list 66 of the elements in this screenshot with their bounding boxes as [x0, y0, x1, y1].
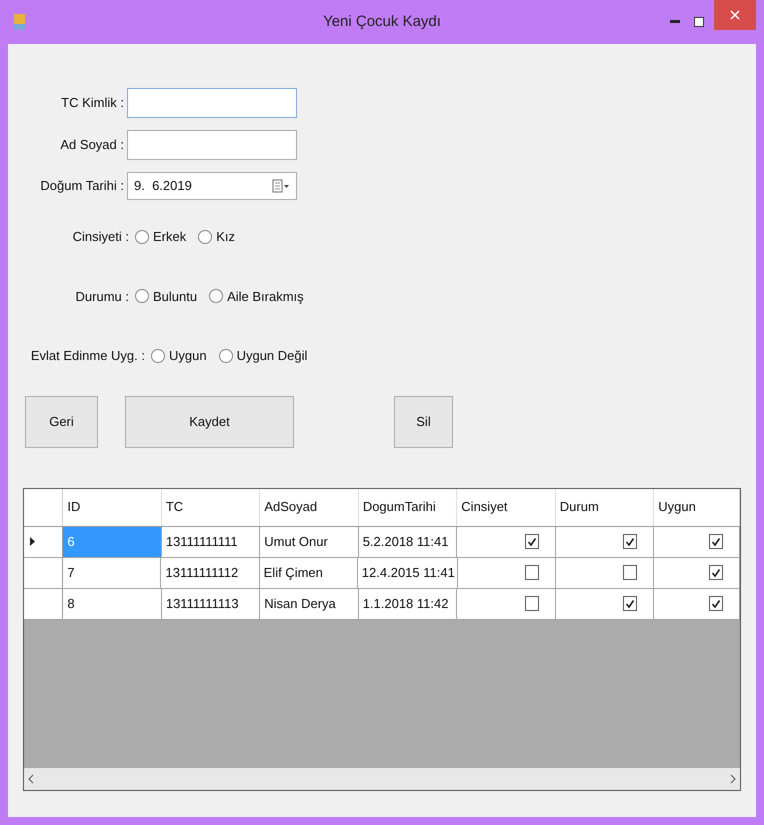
- checkbox[interactable]: [709, 596, 724, 611]
- table-cell: Umut Onur: [260, 526, 359, 556]
- field-label: Ad Soyad :: [59, 136, 125, 154]
- table-cell: 5.2.2018 11:41: [358, 526, 458, 556]
- table-cell: Elif Çimen: [260, 558, 358, 588]
- column-header[interactable]: Uygun: [654, 488, 740, 526]
- current-row-arrow-icon: [30, 537, 35, 546]
- checkbox[interactable]: [709, 565, 723, 580]
- table-cell: 1.1.2018 11:42: [358, 588, 458, 618]
- radio-group-label: Cinsiyeti :: [72, 228, 130, 246]
- app-icon: [12, 13, 28, 31]
- table-row[interactable]: 6 13111111111 Umut Onur 5.2.2018 11:41: [24, 526, 740, 558]
- scroll-right-icon[interactable]: [730, 774, 736, 784]
- radio-label: Erkek: [153, 228, 186, 246]
- checkbox[interactable]: [623, 596, 638, 611]
- date-picker[interactable]: 9. 6.2019: [127, 172, 297, 200]
- window-title: Yeni Çocuk Kaydı: [323, 12, 441, 32]
- column-header[interactable]: AdSoyad: [260, 488, 359, 526]
- action-button[interactable]: Kaydet: [125, 396, 294, 448]
- radio-button[interactable]: [209, 289, 224, 304]
- table-row[interactable]: 8 13111111113 Nisan Derya 1.1.2018 11:42: [24, 588, 740, 620]
- radio-label: Uygun: [169, 347, 207, 365]
- maximize-icon[interactable]: [694, 17, 704, 27]
- checkbox[interactable]: [709, 534, 724, 549]
- checkbox[interactable]: [524, 596, 539, 611]
- calendar-dropdown-icon[interactable]: [272, 179, 290, 193]
- table-cell: 12.4.2015 11:41: [358, 558, 458, 588]
- close-icon: [730, 10, 740, 20]
- action-button[interactable]: Sil: [394, 396, 453, 448]
- action-button[interactable]: Geri: [25, 396, 98, 448]
- checkbox[interactable]: [524, 534, 539, 549]
- horizontal-scrollbar[interactable]: [24, 768, 740, 790]
- radio-button[interactable]: [198, 230, 212, 244]
- table-cell: 7: [63, 558, 162, 588]
- radio-button[interactable]: [218, 348, 233, 363]
- radio-group-label: Evlat Edinme Uyg. :: [30, 347, 146, 365]
- radio-label: Uygun Değil: [236, 347, 308, 365]
- column-header[interactable]: Cinsiyet: [457, 488, 556, 526]
- radio-button[interactable]: [135, 289, 149, 304]
- checkbox[interactable]: [525, 565, 540, 580]
- table-cell: 6: [63, 526, 162, 556]
- text-field[interactable]: [127, 130, 297, 160]
- scroll-left-icon[interactable]: [28, 774, 34, 784]
- checkbox[interactable]: [623, 565, 638, 580]
- column-header[interactable]: Durum: [556, 488, 654, 526]
- field-label: Doğum Tarihi :: [39, 177, 125, 196]
- radio-group-label: Durumu :: [74, 288, 130, 306]
- radio-button[interactable]: [151, 348, 165, 363]
- radio-label: Kız: [216, 228, 236, 246]
- table-cell: 13111111112: [161, 558, 260, 588]
- table-row[interactable]: 7 13111111112 Elif Çimen 12.4.2015 11:41: [24, 558, 740, 588]
- minimize-icon[interactable]: [670, 20, 680, 24]
- date-value: 9. 6.2019: [134, 177, 192, 196]
- column-header[interactable]: ID: [63, 488, 162, 526]
- radio-button[interactable]: [135, 230, 149, 244]
- field-label: TC Kimlik :: [60, 94, 125, 112]
- text-field[interactable]: [127, 88, 297, 118]
- table-cell: Nisan Derya: [260, 588, 359, 618]
- column-header[interactable]: DogumTarihi: [358, 488, 458, 526]
- radio-label: Buluntu: [153, 288, 198, 306]
- column-header[interactable]: TC: [162, 488, 260, 526]
- table-cell: 8: [63, 588, 162, 618]
- checkbox[interactable]: [623, 534, 638, 549]
- table-cell: 13111111111: [162, 526, 260, 556]
- radio-label: Aile Bırakmış: [227, 288, 304, 306]
- table-cell: 13111111113: [162, 588, 260, 618]
